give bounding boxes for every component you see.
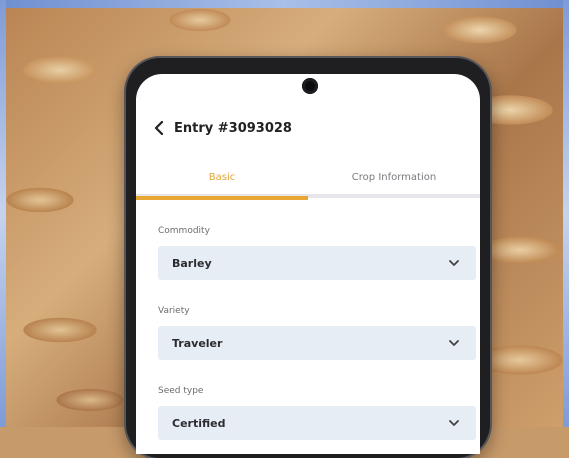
variety-label: Variety bbox=[158, 306, 190, 316]
chevron-down-icon bbox=[448, 338, 460, 348]
window-frame-left bbox=[0, 0, 6, 427]
seed-type-label: Seed type bbox=[158, 386, 204, 396]
seed-type-value: Certified bbox=[172, 416, 226, 430]
chevron-down-icon bbox=[448, 258, 460, 268]
variety-value: Traveler bbox=[172, 336, 223, 350]
front-camera bbox=[302, 78, 318, 94]
tab-basic[interactable]: Basic bbox=[136, 160, 308, 194]
chevron-left-icon bbox=[154, 121, 164, 135]
tab-crop-information-label: Crop Information bbox=[351, 171, 437, 183]
window-frame-right bbox=[563, 0, 569, 427]
commodity-label: Commodity bbox=[158, 226, 210, 236]
commodity-select[interactable]: Barley bbox=[158, 246, 476, 280]
commodity-value: Barley bbox=[172, 256, 212, 270]
tab-crop-information[interactable]: Crop Information bbox=[308, 160, 480, 194]
phone-screen: Entry #3093028 Basic Crop Information Co… bbox=[136, 74, 480, 454]
app-header: Entry #3093028 bbox=[150, 116, 292, 140]
variety-select[interactable]: Traveler bbox=[158, 326, 476, 360]
phone-device: Entry #3093028 Basic Crop Information Co… bbox=[126, 58, 490, 458]
seed-type-select[interactable]: Certified bbox=[158, 406, 476, 440]
back-button[interactable] bbox=[150, 118, 168, 138]
tab-bar: Basic Crop Information bbox=[136, 160, 480, 198]
active-tab-indicator bbox=[136, 196, 308, 200]
tab-basic-label: Basic bbox=[208, 171, 236, 183]
page-title: Entry #3093028 bbox=[174, 120, 292, 136]
window-frame-top bbox=[0, 0, 569, 8]
